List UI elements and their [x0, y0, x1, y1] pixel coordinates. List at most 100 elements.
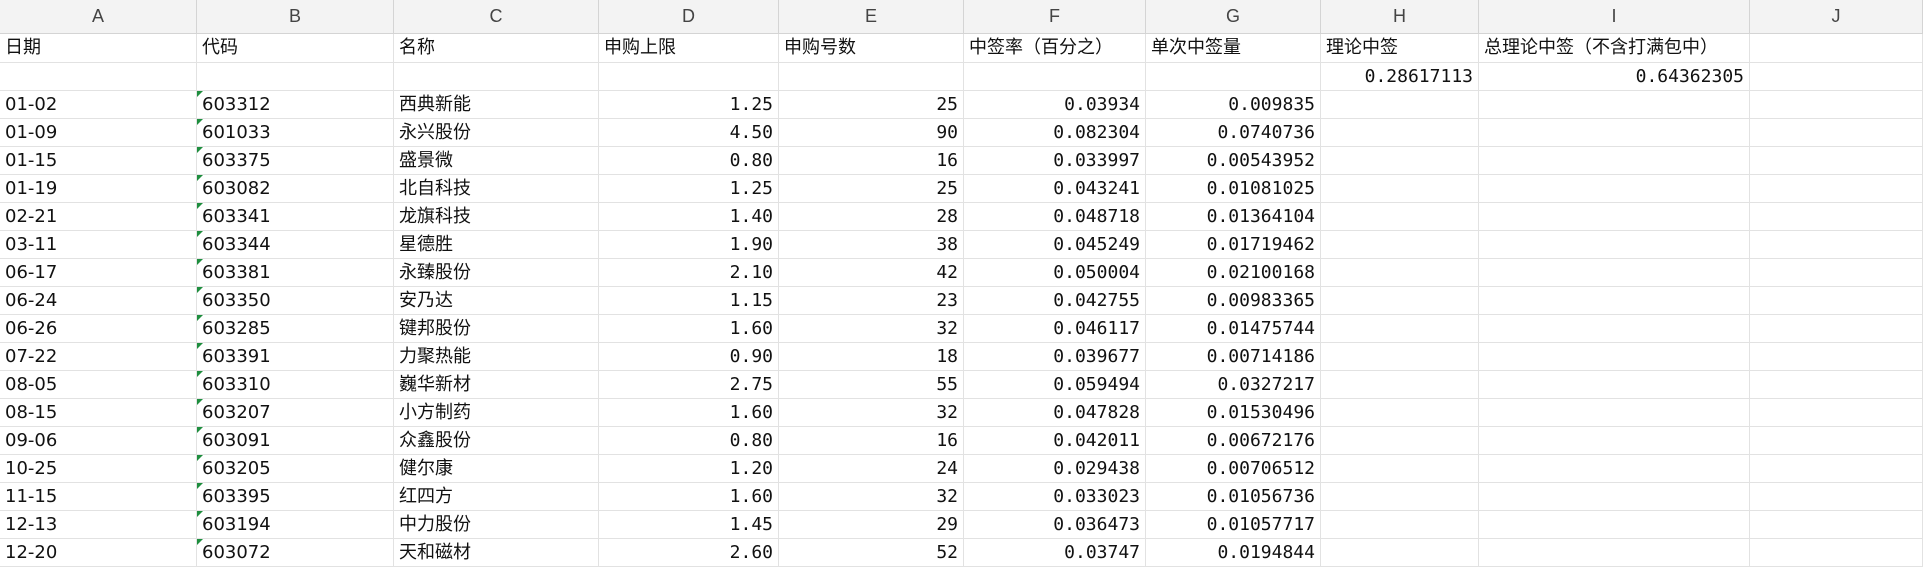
cell-code[interactable]: 603072 — [197, 539, 394, 567]
cell-rate[interactable]: 0.042011 — [964, 427, 1146, 455]
cell-limit[interactable]: 4.50 — [599, 119, 779, 147]
empty-cell[interactable] — [1321, 343, 1479, 371]
cell-limit[interactable]: 0.80 — [599, 147, 779, 175]
cell-count[interactable]: 32 — [779, 315, 964, 343]
cell-limit[interactable]: 1.90 — [599, 231, 779, 259]
cell-rate[interactable]: 0.043241 — [964, 175, 1146, 203]
empty-cell[interactable] — [1146, 63, 1321, 91]
empty-cell[interactable] — [1479, 427, 1750, 455]
summary-total-theory-cell[interactable]: 0.64362305 — [1479, 63, 1750, 91]
empty-cell[interactable] — [1750, 287, 1923, 315]
empty-cell[interactable] — [1750, 91, 1923, 119]
cell-name[interactable]: 安乃达 — [394, 287, 599, 315]
cell-name[interactable]: 北自科技 — [394, 175, 599, 203]
cell-code[interactable]: 603341 — [197, 203, 394, 231]
column-header-C[interactable]: C — [394, 0, 599, 33]
empty-cell[interactable] — [197, 63, 394, 91]
column-header-B[interactable]: B — [197, 0, 394, 33]
cell-count[interactable]: 16 — [779, 427, 964, 455]
header-cell-date[interactable]: 日期 — [0, 34, 197, 63]
cell-date[interactable]: 06-26 — [0, 315, 197, 343]
empty-cell[interactable] — [1321, 371, 1479, 399]
cell-limit[interactable]: 1.60 — [599, 315, 779, 343]
cell-count[interactable]: 24 — [779, 455, 964, 483]
empty-cell[interactable] — [1321, 511, 1479, 539]
empty-cell[interactable] — [1321, 455, 1479, 483]
column-header-G[interactable]: G — [1146, 0, 1321, 33]
cell-single[interactable]: 0.01530496 — [1146, 399, 1321, 427]
cell-single[interactable]: 0.009835 — [1146, 91, 1321, 119]
empty-cell[interactable] — [1750, 34, 1923, 63]
cell-count[interactable]: 16 — [779, 147, 964, 175]
cell-single[interactable]: 0.01057717 — [1146, 511, 1321, 539]
empty-cell[interactable] — [1479, 371, 1750, 399]
empty-cell[interactable] — [1321, 315, 1479, 343]
cell-rate[interactable]: 0.048718 — [964, 203, 1146, 231]
cell-rate[interactable]: 0.033023 — [964, 483, 1146, 511]
cell-count[interactable]: 29 — [779, 511, 964, 539]
empty-cell[interactable] — [1321, 203, 1479, 231]
empty-cell[interactable] — [1750, 483, 1923, 511]
header-cell-rate[interactable]: 中签率（百分之） — [964, 34, 1146, 63]
cell-date[interactable]: 01-15 — [0, 147, 197, 175]
cell-name[interactable]: 众鑫股份 — [394, 427, 599, 455]
cell-single[interactable]: 0.01475744 — [1146, 315, 1321, 343]
empty-cell[interactable] — [1321, 119, 1479, 147]
empty-cell[interactable] — [1479, 287, 1750, 315]
cell-single[interactable]: 0.00543952 — [1146, 147, 1321, 175]
empty-cell[interactable] — [1479, 343, 1750, 371]
empty-cell[interactable] — [1321, 259, 1479, 287]
empty-cell[interactable] — [1479, 399, 1750, 427]
cell-count[interactable]: 28 — [779, 203, 964, 231]
cell-name[interactable]: 红四方 — [394, 483, 599, 511]
cell-single[interactable]: 0.00706512 — [1146, 455, 1321, 483]
cell-date[interactable]: 01-02 — [0, 91, 197, 119]
cell-rate[interactable]: 0.082304 — [964, 119, 1146, 147]
empty-cell[interactable] — [1750, 175, 1923, 203]
cell-name[interactable]: 西典新能 — [394, 91, 599, 119]
cell-name[interactable]: 天和磁材 — [394, 539, 599, 567]
cell-single[interactable]: 0.01056736 — [1146, 483, 1321, 511]
empty-cell[interactable] — [1321, 427, 1479, 455]
cell-name[interactable]: 键邦股份 — [394, 315, 599, 343]
cell-code[interactable]: 603395 — [197, 483, 394, 511]
cell-date[interactable]: 01-09 — [0, 119, 197, 147]
cell-date[interactable]: 08-05 — [0, 371, 197, 399]
cell-single[interactable]: 0.0327217 — [1146, 371, 1321, 399]
cell-rate[interactable]: 0.042755 — [964, 287, 1146, 315]
cell-code[interactable]: 603091 — [197, 427, 394, 455]
empty-cell[interactable] — [1479, 539, 1750, 567]
cell-code[interactable]: 603194 — [197, 511, 394, 539]
empty-cell[interactable] — [1321, 539, 1479, 567]
cell-count[interactable]: 52 — [779, 539, 964, 567]
empty-cell[interactable] — [1750, 119, 1923, 147]
empty-cell[interactable] — [1750, 371, 1923, 399]
cell-single[interactable]: 0.02100168 — [1146, 259, 1321, 287]
cell-code[interactable]: 603310 — [197, 371, 394, 399]
header-cell-single[interactable]: 单次中签量 — [1146, 34, 1321, 63]
cell-rate[interactable]: 0.050004 — [964, 259, 1146, 287]
empty-cell[interactable] — [779, 63, 964, 91]
cell-code[interactable]: 603391 — [197, 343, 394, 371]
empty-cell[interactable] — [1321, 175, 1479, 203]
cell-date[interactable]: 08-15 — [0, 399, 197, 427]
header-cell-count[interactable]: 申购号数 — [779, 34, 964, 63]
empty-cell[interactable] — [1321, 287, 1479, 315]
empty-cell[interactable] — [1750, 427, 1923, 455]
empty-cell[interactable] — [1479, 315, 1750, 343]
cell-single[interactable]: 0.0740736 — [1146, 119, 1321, 147]
cell-count[interactable]: 90 — [779, 119, 964, 147]
cell-date[interactable]: 06-17 — [0, 259, 197, 287]
empty-cell[interactable] — [394, 63, 599, 91]
cell-count[interactable]: 42 — [779, 259, 964, 287]
cell-name[interactable]: 盛景微 — [394, 147, 599, 175]
cell-date[interactable]: 01-19 — [0, 175, 197, 203]
cell-count[interactable]: 25 — [779, 175, 964, 203]
header-cell-code[interactable]: 代码 — [197, 34, 394, 63]
cell-count[interactable]: 38 — [779, 231, 964, 259]
cell-limit[interactable]: 1.40 — [599, 203, 779, 231]
cell-name[interactable]: 龙旗科技 — [394, 203, 599, 231]
cell-rate[interactable]: 0.033997 — [964, 147, 1146, 175]
column-header-J[interactable]: J — [1750, 0, 1923, 33]
cell-code[interactable]: 603344 — [197, 231, 394, 259]
